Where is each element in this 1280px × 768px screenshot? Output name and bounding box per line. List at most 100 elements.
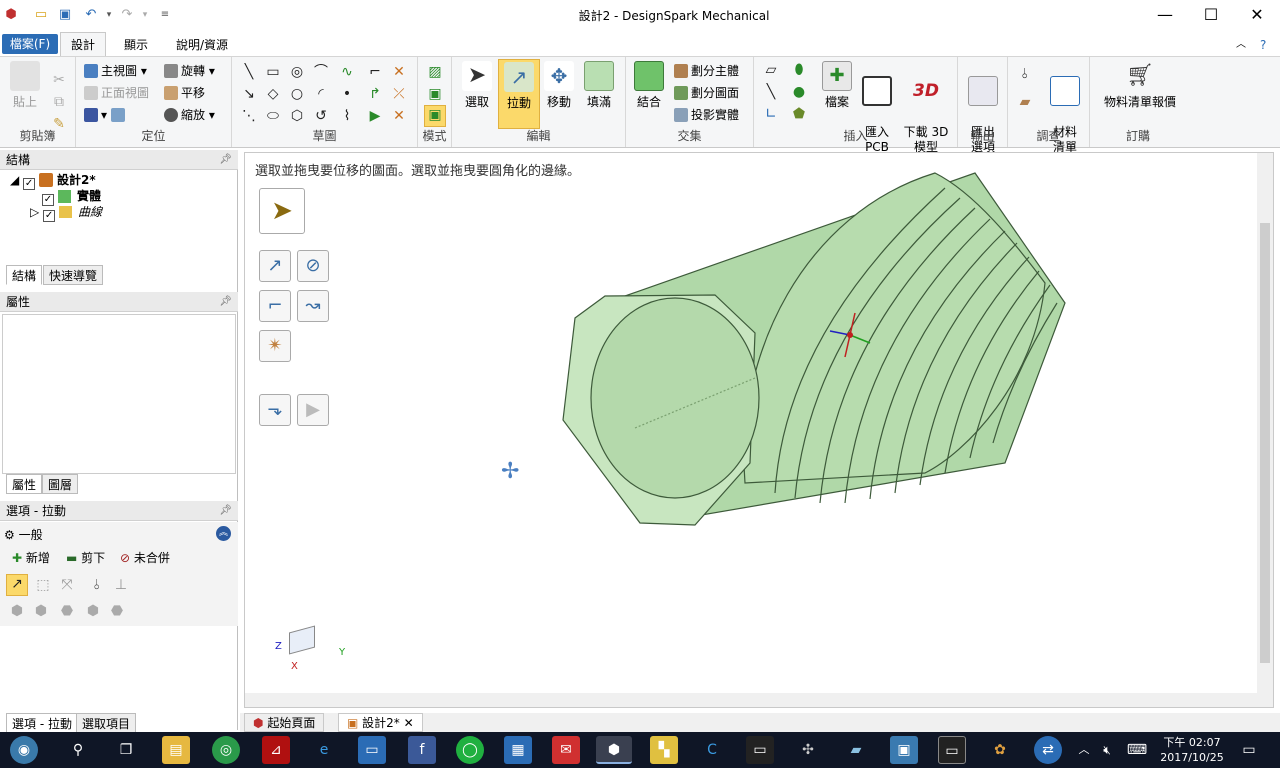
split-line-icon[interactable]: ✕ xyxy=(390,107,408,125)
3d-mode-icon[interactable]: ▣ xyxy=(424,105,446,127)
select-tool-icon[interactable]: ➤ xyxy=(259,188,305,234)
minimize-button[interactable]: — xyxy=(1142,0,1188,30)
keyboard-icon[interactable]: ⌨ xyxy=(1124,736,1150,764)
ruler-tool-icon[interactable]: ✴ xyxy=(259,330,291,362)
acrobat-icon[interactable]: ⊿ xyxy=(262,736,290,764)
line-icon[interactable]: ◯ xyxy=(456,736,484,764)
plane-icon[interactable]: ▱ xyxy=(762,61,780,79)
paste-button[interactable]: 貼上 xyxy=(4,61,46,110)
terminal-icon[interactable]: ▭ xyxy=(746,736,774,764)
point-icon[interactable]: • xyxy=(338,85,356,103)
notifications-icon[interactable]: ▭ xyxy=(1238,736,1260,764)
next-tool-icon[interactable]: ▶ xyxy=(297,394,329,426)
sweep-tool-icon[interactable]: ↝ xyxy=(297,290,329,322)
spin-center-icon[interactable]: ✢ xyxy=(501,459,519,484)
python-icon[interactable]: ▚ xyxy=(650,736,678,764)
both-sides-icon[interactable]: ⊥ xyxy=(112,576,130,594)
draft-icon[interactable]: ⬣ xyxy=(58,602,76,620)
bend-icon[interactable]: ⌇ xyxy=(338,107,356,125)
view-cube-button[interactable]: ▾ xyxy=(84,105,128,125)
three-point-circle-icon[interactable]: ○ xyxy=(288,85,306,103)
add-option[interactable]: ✚ 新增 xyxy=(12,548,50,568)
circle-icon[interactable]: ◎ xyxy=(288,63,306,81)
search-icon[interactable]: ⚲ xyxy=(64,736,92,764)
facebook-icon[interactable]: f xyxy=(408,736,436,764)
complete-tool-icon[interactable]: ⬎ xyxy=(259,394,291,426)
terminal2-icon[interactable]: ▭ xyxy=(938,736,966,764)
project-icon[interactable]: ▶ xyxy=(366,107,384,125)
shell-icon[interactable]: ⬟ xyxy=(790,105,808,123)
scroll-thumb[interactable] xyxy=(1260,223,1270,663)
view-cube[interactable] xyxy=(289,625,315,655)
rectangle-icon[interactable]: ▭ xyxy=(264,63,282,81)
threaded-part-model[interactable] xyxy=(545,153,1085,553)
task-view-icon[interactable]: ❐ xyxy=(112,736,140,764)
pin-icon[interactable]: 📌︎ xyxy=(219,501,232,521)
paint-icon[interactable]: ✿ xyxy=(986,736,1014,764)
bom-quote-button[interactable]: 🛒︎ 物料清單報價 xyxy=(1094,61,1186,110)
cut-icon[interactable]: ✂ xyxy=(50,71,68,89)
ruler-icon[interactable]: ⫰ xyxy=(88,576,106,594)
close-tab-icon[interactable]: ✕ xyxy=(404,716,414,730)
checkbox[interactable]: ✓ xyxy=(43,210,56,222)
cylinder-icon[interactable]: ⬮ xyxy=(790,61,808,79)
rotate-button[interactable]: 旋轉 ▾ xyxy=(164,61,215,81)
tab-layers[interactable]: 圖層 xyxy=(42,474,79,494)
volume-icon[interactable]: 🔇︎ xyxy=(1096,736,1118,764)
no-merge-option[interactable]: ⊘ 未合併 xyxy=(120,548,170,568)
revolve-icon[interactable]: ⬢ xyxy=(8,602,26,620)
zoom-button[interactable]: 縮放 ▾ xyxy=(164,105,215,125)
designspark-icon[interactable]: ⬢ xyxy=(596,736,632,764)
origin-icon[interactable]: ∟ xyxy=(762,105,780,123)
line-icon[interactable]: ╲ xyxy=(240,63,258,81)
project-body-button[interactable]: 投影實體 xyxy=(674,105,739,125)
mail-icon[interactable]: ✉ xyxy=(552,736,580,764)
construction-line-icon[interactable]: ⋱ xyxy=(240,107,258,125)
front-view-button[interactable]: 正面視圖 xyxy=(84,83,149,103)
maximize-button[interactable]: ☐ xyxy=(1188,0,1234,30)
measure-icon[interactable]: ⫰ xyxy=(1016,65,1034,83)
pivot-tool-icon[interactable]: ⊘ xyxy=(297,250,329,282)
chrome-icon[interactable]: ◎ xyxy=(212,736,240,764)
tab-selection[interactable]: 選取項目 xyxy=(76,713,137,733)
select-direction-icon[interactable]: ↗ xyxy=(6,574,28,596)
mass-icon[interactable]: ▰ xyxy=(1016,93,1034,111)
polygon-icon[interactable]: ⬡ xyxy=(288,107,306,125)
file-explorer-icon[interactable]: ▤ xyxy=(162,736,190,764)
chamfer-icon[interactable]: ⬣ xyxy=(108,602,126,620)
help-icon[interactable]: ? xyxy=(1250,34,1276,56)
three-point-rect-icon[interactable]: ◇ xyxy=(264,85,282,103)
axis-icon[interactable]: ╲ xyxy=(762,83,780,101)
tab-start-page[interactable]: ⬢ 起始頁面 xyxy=(244,713,325,732)
trim-icon[interactable]: ✕ xyxy=(390,63,408,81)
teamviewer-icon[interactable]: ⇄ xyxy=(1034,736,1062,764)
clock[interactable]: 下午 02:07 2017/10/25 xyxy=(1154,732,1230,768)
copy-icon[interactable]: ⧉ xyxy=(50,93,68,111)
sweep-icon[interactable]: ⬢ xyxy=(32,602,50,620)
blend-icon[interactable]: ⬢ xyxy=(84,602,102,620)
cut-option[interactable]: ▬ 剪下 xyxy=(66,548,105,568)
pin-icon[interactable]: 📌︎ xyxy=(219,150,232,170)
section-mode-icon[interactable]: ▣ xyxy=(426,85,444,103)
home-view-button[interactable]: 主視圖 ▾ xyxy=(84,61,147,81)
pin-icon[interactable]: 📌︎ xyxy=(219,292,232,312)
spline-icon[interactable]: ∿ xyxy=(338,63,356,81)
sweep-arc-icon[interactable]: ↺ xyxy=(312,107,330,125)
tab-structure[interactable]: 結構 xyxy=(6,265,43,285)
checkbox[interactable]: ✓ xyxy=(23,178,36,190)
split-face-button[interactable]: 劃分圖面 xyxy=(674,83,739,103)
network-app-icon[interactable]: ▣ xyxy=(890,736,918,764)
c-app-icon[interactable]: C xyxy=(698,736,726,764)
tree-item-solid[interactable]: ✓ 實體 xyxy=(42,188,101,206)
close-button[interactable]: ✕ xyxy=(1234,0,1280,30)
tab-design[interactable]: 設計 xyxy=(60,32,107,56)
vertical-scrollbar[interactable] xyxy=(1257,153,1273,707)
tab-file[interactable]: 檔案(F) xyxy=(2,34,58,54)
direction-tool-icon[interactable]: ↗ xyxy=(259,250,291,282)
tangent-arc-icon[interactable]: ◜ xyxy=(312,85,330,103)
ellipse-icon[interactable]: ⬭ xyxy=(264,107,282,125)
sketch-mode-icon[interactable]: ▨ xyxy=(426,63,444,81)
tab-display[interactable]: 顯示 xyxy=(114,34,158,56)
combine-button[interactable]: 結合 xyxy=(628,61,670,110)
insert-file-button[interactable]: ✚ 檔案 xyxy=(816,61,858,110)
